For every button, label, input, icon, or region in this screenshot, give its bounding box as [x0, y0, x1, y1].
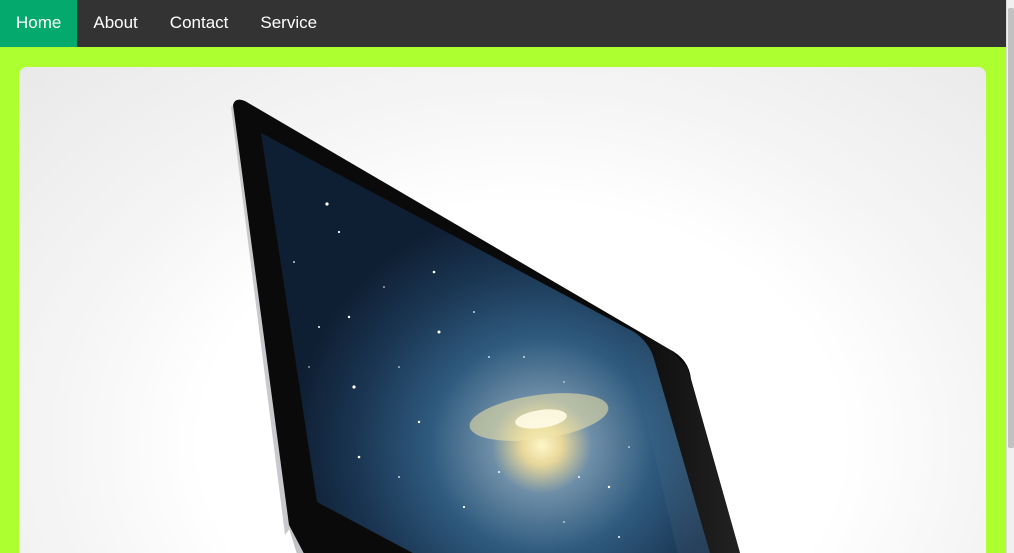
hero-card	[19, 67, 986, 553]
imac-computer-image	[231, 99, 741, 553]
scrollbar-thumb[interactable]	[1008, 8, 1014, 448]
top-navbar: Home About Contact Service	[0, 0, 1006, 47]
page-scrollbar[interactable]	[1006, 0, 1014, 553]
nav-item-home[interactable]: Home	[0, 0, 78, 47]
nav-item-about[interactable]: About	[77, 0, 153, 47]
nav-item-contact[interactable]: Contact	[154, 0, 245, 47]
nav-item-service[interactable]: Service	[244, 0, 333, 47]
